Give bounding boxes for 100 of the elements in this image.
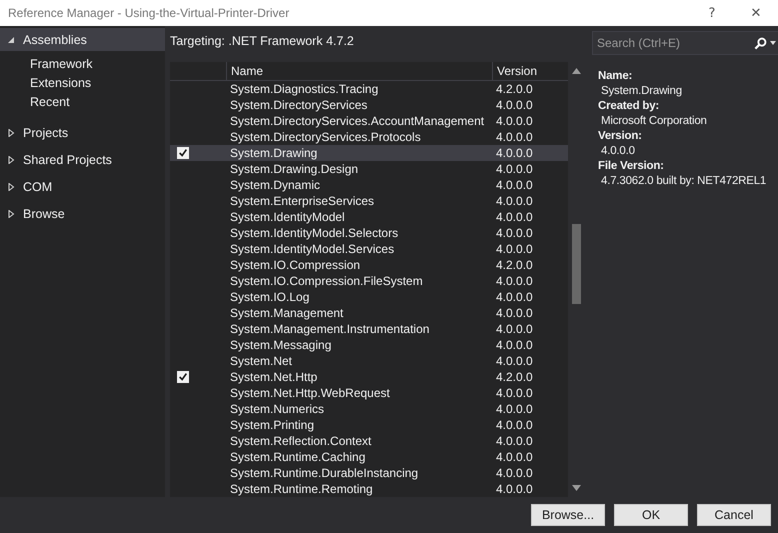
dialog-button[interactable]: OK	[614, 504, 688, 526]
table-cell-text: 4.0.0.0	[495, 113, 534, 129]
table-row[interactable]: System.Runtime.DurableInstancing 4.0.0.0	[170, 465, 568, 481]
table-cell-text: 4.0.0.0	[495, 465, 534, 481]
table-row[interactable]: System.Runtime.Caching 4.0.0.0	[170, 449, 568, 465]
table-cell-text: System.Printing	[229, 417, 316, 433]
table-row[interactable]: System.Drawing.Design 4.0.0.0	[170, 161, 568, 177]
table-row[interactable]: System.IdentityModel 4.0.0.0	[170, 209, 568, 225]
detail-value: 4.0.0.0	[600, 144, 636, 159]
detail-value: 4.7.3062.0 built by: NET472REL1	[600, 174, 768, 189]
table-cell-text: System.Net	[229, 353, 294, 369]
table-cell-text: System.Management.Instrumentation	[229, 321, 430, 337]
table-row[interactable]: System.Diagnostics.Tracing 4.2.0.0	[170, 81, 568, 97]
table-row[interactable]: System.EnterpriseServices 4.0.0.0	[170, 193, 568, 209]
table-row[interactable]: System.Net.Http 4.2.0.0	[170, 369, 568, 385]
help-button[interactable]: ?	[690, 0, 734, 26]
table-row[interactable]: System.Drawing 4.0.0.0	[170, 145, 568, 161]
table-cell-text: 4.0.0.0	[495, 385, 534, 401]
table-cell-text: 4.0.0.0	[495, 417, 534, 433]
sidebar-item[interactable]: COM	[0, 175, 165, 198]
dialog-button[interactable]: Cancel	[697, 504, 771, 526]
table-row[interactable]: System.IO.Compression 4.2.0.0	[170, 257, 568, 273]
table-cell-text: System.IdentityModel	[229, 209, 346, 225]
table-row[interactable]: System.Management 4.0.0.0	[170, 305, 568, 321]
table-row[interactable]: System.IdentityModel.Services 4.0.0.0	[170, 241, 568, 257]
table-cell-text: 4.0.0.0	[495, 353, 534, 369]
table-cell-text: System.Reflection.Context	[229, 433, 372, 449]
table-cell-text: 4.0.0.0	[495, 161, 534, 177]
checkbox[interactable]	[177, 371, 189, 383]
targeting-label: Targeting: .NET Framework 4.7.2	[170, 34, 354, 48]
table-cell-text: 4.0.0.0	[495, 401, 534, 417]
table-cell-text: System.Drawing	[229, 145, 318, 161]
scrollbar-thumb[interactable]	[572, 224, 581, 304]
collapsed-triangle-icon	[7, 128, 15, 136]
table-cell-text: System.DirectoryServices.Protocols	[229, 129, 422, 145]
table-row[interactable]: System.DirectoryServices.AccountManagement 4.0.0.0	[170, 113, 568, 129]
detail-label: File Version:	[598, 159, 665, 174]
table-row[interactable]: System.Net 4.0.0.0	[170, 353, 568, 369]
dialog-button[interactable]: Browse...	[531, 504, 605, 526]
window-title: Reference Manager - Using-the-Virtual-Printer-Driver	[8, 6, 290, 20]
table-cell-text: 4.0.0.0	[495, 145, 534, 161]
table-cell-text: System.Dynamic	[229, 177, 322, 193]
table-cell-text: 4.0.0.0	[495, 273, 534, 289]
table-cell-text: System.IdentityModel.Services	[229, 241, 396, 257]
table-cell-text: System.DirectoryServices.AccountManagement	[229, 113, 486, 129]
table-cell-text: 4.0.0.0	[495, 241, 534, 257]
sidebar-item[interactable]: Projects	[0, 121, 165, 144]
table-cell-text: System.Runtime.Caching	[229, 449, 366, 465]
table-cell-text: System.Numerics	[229, 401, 326, 417]
sidebar-subitem[interactable]: Framework	[0, 55, 165, 74]
table-row[interactable]: System.Reflection.Context 4.0.0.0	[170, 433, 568, 449]
sidebar-subitem[interactable]: Extensions	[0, 74, 165, 93]
sidebar-item[interactable]: Assemblies	[0, 28, 165, 51]
table-cell-text: 4.0.0.0	[495, 209, 534, 225]
table-cell-text: System.EnterpriseServices	[229, 193, 376, 209]
table-cell-text: System.Net.Http	[229, 369, 318, 385]
table-cell-text: System.IO.Compression	[229, 257, 362, 273]
close-button[interactable]: ✕	[734, 0, 778, 26]
table-row[interactable]: System.Numerics 4.0.0.0	[170, 401, 568, 417]
table-cell-text: 4.2.0.0	[495, 257, 534, 273]
table-row[interactable]: System.DirectoryServices.Protocols 4.0.0.0	[170, 129, 568, 145]
table-cell-text: System.Messaging	[229, 337, 332, 353]
table-cell-text: 4.0.0.0	[495, 97, 534, 113]
table-row[interactable]: System.DirectoryServices 4.0.0.0	[170, 97, 568, 113]
detail-label: Created by:	[598, 99, 660, 114]
table-cell-text: System.Runtime.Remoting	[229, 481, 374, 497]
checkbox[interactable]	[177, 147, 189, 159]
table-cell-text: 4.0.0.0	[495, 129, 534, 145]
table-cell-text: 4.2.0.0	[495, 369, 534, 385]
table-row[interactable]: System.IO.Compression.FileSystem 4.0.0.0	[170, 273, 568, 289]
table-cell-text: 4.0.0.0	[495, 449, 534, 465]
table-cell-text: System.Runtime.DurableInstancing	[229, 465, 420, 481]
table-row[interactable]: System.IdentityModel.Selectors 4.0.0.0	[170, 225, 568, 241]
collapsed-triangle-icon	[7, 210, 15, 218]
table-cell-text: 4.0.0.0	[495, 481, 534, 497]
scroll-down-icon[interactable]	[572, 485, 581, 491]
sidebar-subitem[interactable]: Recent	[0, 93, 165, 112]
sidebar-item[interactable]: Shared Projects	[0, 148, 165, 171]
detail-label: Version:	[598, 129, 643, 144]
table-row[interactable]: System.Management.Instrumentation 4.0.0.0	[170, 321, 568, 337]
table-cell-text: 4.0.0.0	[495, 337, 534, 353]
table-row[interactable]: System.Net.Http.WebRequest 4.0.0.0	[170, 385, 568, 401]
table-row[interactable]: System.Runtime.Remoting 4.0.0.0	[170, 481, 568, 497]
table-cell-text: 4.0.0.0	[495, 433, 534, 449]
table-cell-text: System.Drawing.Design	[229, 161, 360, 177]
table-row[interactable]: System.IO.Log 4.0.0.0	[170, 289, 568, 305]
table-row[interactable]: System.Dynamic 4.0.0.0	[170, 177, 568, 193]
scroll-up-icon[interactable]	[572, 68, 581, 74]
detail-value: Microsoft Corporation	[600, 114, 708, 129]
table-cell-text: System.Management	[229, 305, 344, 321]
table-cell-text: 4.0.0.0	[495, 321, 534, 337]
detail-value: System.Drawing	[600, 84, 683, 99]
table-cell-text: 4.0.0.0	[495, 289, 534, 305]
table-row[interactable]: System.Printing 4.0.0.0	[170, 417, 568, 433]
sidebar-item[interactable]: Browse	[0, 202, 165, 225]
table-cell-text: System.IO.Compression.FileSystem	[229, 273, 424, 289]
table-row[interactable]: System.Messaging 4.0.0.0	[170, 337, 568, 353]
table-cell-text: System.IdentityModel.Selectors	[229, 225, 400, 241]
table-cell-text: System.IO.Log	[229, 289, 310, 305]
column-header[interactable]: Name	[226, 62, 492, 80]
